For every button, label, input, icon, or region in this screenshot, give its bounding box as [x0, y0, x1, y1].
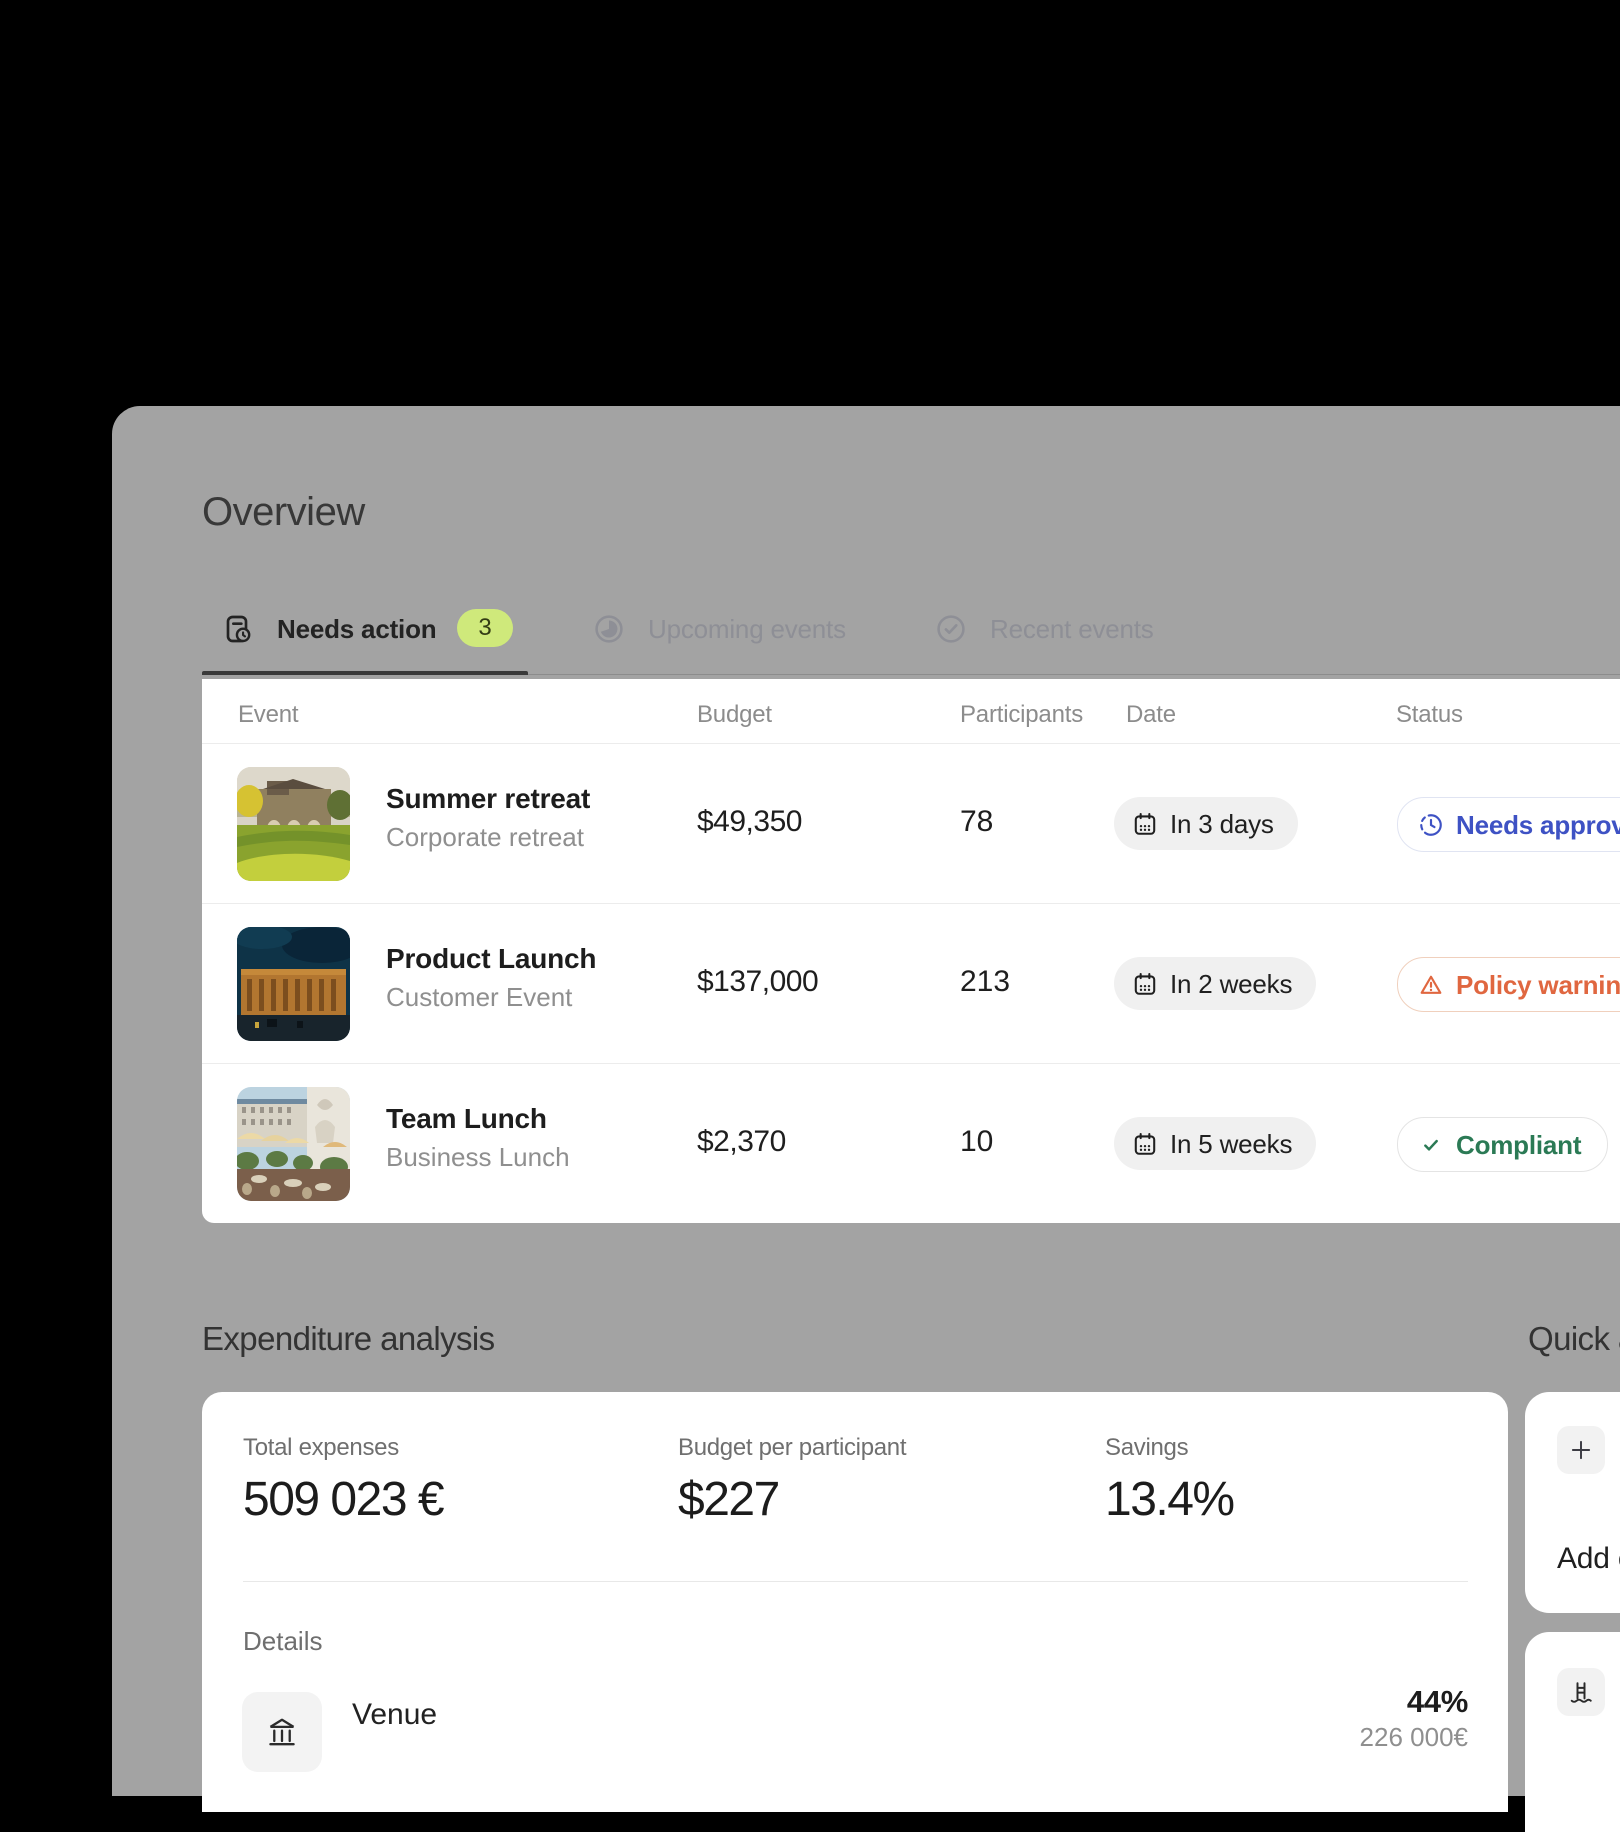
- pending-clock-icon: [1418, 812, 1444, 838]
- venue-amount: 226 000€: [1360, 1724, 1468, 1750]
- status-label: Compliant: [1456, 1132, 1581, 1158]
- status-label: Needs approval: [1456, 812, 1620, 838]
- event-title: Team Lunch: [386, 1105, 547, 1133]
- pool-icon-box: [1557, 1668, 1605, 1716]
- bank-icon: [264, 1714, 300, 1750]
- expenditure-card: Total expenses 509 023 € Budget per part…: [202, 1392, 1508, 1812]
- budget-value: $2,370: [697, 1127, 786, 1157]
- participants-value: 213: [960, 967, 1010, 997]
- estate-lawn-photo: [237, 767, 350, 881]
- calendar-icon: [1132, 971, 1158, 997]
- venue-label: Venue: [352, 1698, 437, 1731]
- quick-actions-heading: Quick actions: [1528, 1321, 1620, 1357]
- needs-action-count-badge: 3: [457, 609, 513, 647]
- column-header-date: Date: [1126, 701, 1176, 730]
- tab-label: Needs action: [277, 616, 436, 642]
- stat-label-total-expenses: Total expenses: [243, 1434, 399, 1463]
- event-subtitle: Business Lunch: [386, 1144, 570, 1170]
- event-subtitle: Customer Event: [386, 984, 572, 1010]
- date-label: In 2 weeks: [1170, 971, 1292, 997]
- plus-icon: [1568, 1437, 1594, 1463]
- event-title: Summer retreat: [386, 785, 590, 813]
- tab-recent-events[interactable]: Recent events: [935, 609, 1154, 649]
- check-circle-icon: [935, 613, 967, 645]
- budget-value: $49,350: [697, 807, 802, 837]
- document-clock-icon: [222, 613, 254, 645]
- terrace-restaurant-photo: [237, 1087, 350, 1201]
- stat-label-budget-per-participant: Budget per participant: [678, 1434, 906, 1463]
- column-header-participants: Participants: [960, 701, 1083, 730]
- status-label: Policy warning: [1456, 972, 1620, 998]
- venue-percent: 44%: [1407, 1686, 1468, 1717]
- tab-upcoming-events[interactable]: Upcoming events: [593, 609, 846, 649]
- quick-action-activity-card[interactable]: [1525, 1632, 1620, 1832]
- expenditure-heading: Expenditure analysis: [202, 1321, 495, 1357]
- tab-label: Recent events: [990, 616, 1154, 642]
- calendar-icon: [1132, 1131, 1158, 1157]
- check-icon: [1418, 1132, 1444, 1158]
- participants-value: 10: [960, 1127, 993, 1157]
- column-header-budget: Budget: [697, 701, 772, 730]
- column-header-status: Status: [1396, 701, 1463, 730]
- venue-icon-box: [242, 1692, 322, 1772]
- tab-label: Upcoming events: [648, 616, 846, 642]
- table-row-team-lunch[interactable]: Team Lunch Business Lunch $2,370 10 In 5…: [202, 1063, 1620, 1223]
- event-thumbnail: [237, 1087, 350, 1201]
- stat-value-total-expenses: 509 023 €: [243, 1476, 443, 1524]
- status-badge-compliant: Compliant: [1397, 1117, 1608, 1172]
- quick-action-add-event-card[interactable]: Add event: [1525, 1392, 1620, 1613]
- history-clock-icon: [593, 613, 625, 645]
- date-pill: In 2 weeks: [1114, 957, 1316, 1010]
- plus-icon-box: [1557, 1426, 1605, 1474]
- table-row-product-launch[interactable]: Product Launch Customer Event $137,000 2…: [202, 903, 1620, 1063]
- overview-panel: Overview Needs action 3 Upcoming events …: [112, 406, 1620, 1796]
- table-row-summer-retreat[interactable]: Summer retreat Corporate retreat $49,350…: [202, 743, 1620, 903]
- tab-needs-action[interactable]: Needs action: [222, 609, 436, 649]
- needs-action-table: Event Budget Participants Date Status: [202, 679, 1620, 1223]
- page-title: Overview: [202, 492, 365, 532]
- active-tab-indicator: [202, 671, 528, 675]
- event-subtitle: Corporate retreat: [386, 824, 584, 850]
- budget-value: $137,000: [697, 967, 818, 997]
- alert-triangle-icon: [1418, 972, 1444, 998]
- pool-ladder-icon: [1567, 1678, 1595, 1706]
- date-label: In 5 weeks: [1170, 1131, 1292, 1157]
- status-badge-needs-approval: Needs approval: [1397, 797, 1620, 852]
- details-label: Details: [243, 1626, 322, 1657]
- status-badge-policy-warning: Policy warning: [1397, 957, 1620, 1012]
- column-header-event: Event: [238, 701, 298, 730]
- stats-divider: [243, 1581, 1468, 1582]
- date-pill: In 3 days: [1114, 797, 1298, 850]
- stat-label-savings: Savings: [1105, 1434, 1188, 1463]
- participants-value: 78: [960, 807, 993, 837]
- night-building-photo: [237, 927, 350, 1041]
- event-title: Product Launch: [386, 945, 596, 973]
- event-thumbnail: [237, 927, 350, 1041]
- calendar-icon: [1132, 811, 1158, 837]
- date-label: In 3 days: [1170, 811, 1274, 837]
- stat-value-savings: 13.4%: [1105, 1476, 1234, 1524]
- add-event-label: Add event: [1557, 1544, 1620, 1574]
- date-pill: In 5 weeks: [1114, 1117, 1316, 1170]
- stat-value-budget-per-participant: $227: [678, 1476, 779, 1524]
- event-thumbnail: [237, 767, 350, 881]
